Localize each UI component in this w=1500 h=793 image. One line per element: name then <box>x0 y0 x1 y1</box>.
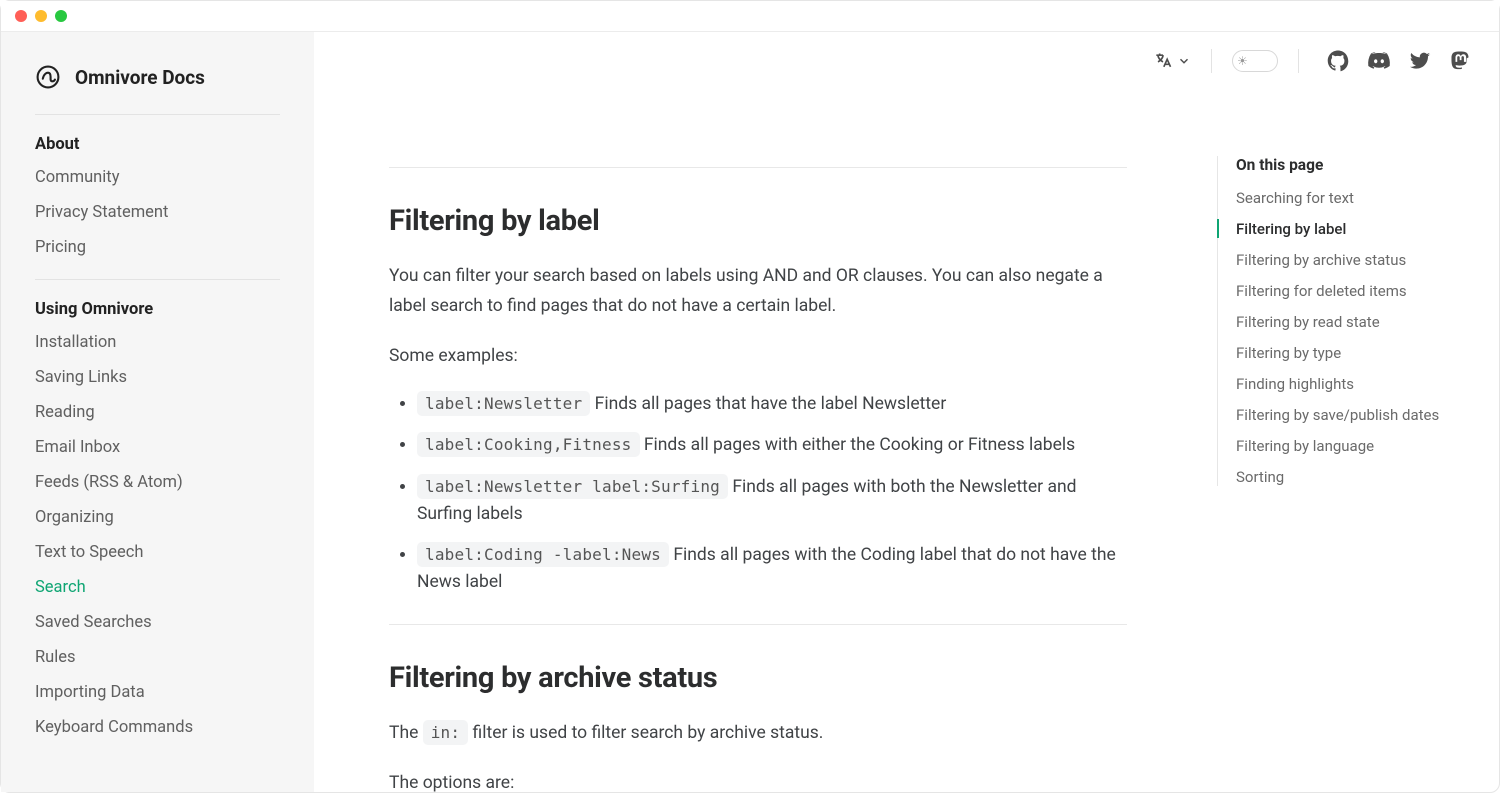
toc-list: Searching for text Filtering by label Fi… <box>1236 188 1477 486</box>
text: Finds all pages with either the Cooking … <box>640 435 1076 455</box>
divider <box>389 167 1127 168</box>
twitter-link[interactable] <box>1409 50 1431 72</box>
brand[interactable]: Omnivore Docs <box>35 60 280 106</box>
mastodon-link[interactable] <box>1449 50 1471 72</box>
code: label:Newsletter <box>417 391 590 416</box>
list-item: label:Cooking,Fitness Finds all pages wi… <box>417 432 1127 459</box>
toc-item-searching-text[interactable]: Searching for text <box>1236 189 1354 207</box>
main: Filtering by label You can filter your s… <box>314 32 1499 792</box>
window-close-button[interactable] <box>15 10 27 22</box>
examples-list: label:Newsletter Finds all pages that ha… <box>389 391 1127 596</box>
sidebar-item-saved-searches[interactable]: Saved Searches <box>35 613 280 632</box>
divider <box>389 624 1127 625</box>
toc-item-filtering-language[interactable]: Filtering by language <box>1236 437 1374 455</box>
github-icon <box>1327 50 1349 72</box>
sidebar-section-about: About <box>35 135 280 154</box>
toc-item-filtering-archive[interactable]: Filtering by archive status <box>1236 251 1406 269</box>
sidebar-item-pricing[interactable]: Pricing <box>35 238 280 257</box>
top-actions-bar: ☀ <box>1153 49 1471 73</box>
code: in: <box>423 720 469 745</box>
toc-item-filtering-read[interactable]: Filtering by read state <box>1236 313 1380 331</box>
code: label:Newsletter label:Surfing <box>417 474 728 499</box>
paragraph: You can filter your search based on labe… <box>389 262 1127 322</box>
divider <box>35 114 280 115</box>
divider <box>35 279 280 280</box>
toc-item-filtering-dates[interactable]: Filtering by save/publish dates <box>1236 406 1439 424</box>
list-item: label:Coding -label:News Finds all pages… <box>417 542 1127 596</box>
toc-title: On this page <box>1236 156 1477 174</box>
sidebar-item-reading[interactable]: Reading <box>35 403 280 422</box>
toc: On this page Searching for text Filterin… <box>1217 32 1477 792</box>
sidebar-item-installation[interactable]: Installation <box>35 333 280 352</box>
github-link[interactable] <box>1327 50 1349 72</box>
sidebar-item-importing[interactable]: Importing Data <box>35 683 280 702</box>
sidebar-item-saving-links[interactable]: Saving Links <box>35 368 280 387</box>
text: filter is used to filter search by archi… <box>468 723 823 743</box>
sidebar-item-organizing[interactable]: Organizing <box>35 508 280 527</box>
discord-link[interactable] <box>1367 49 1391 73</box>
brand-title: Omnivore Docs <box>75 66 205 89</box>
sidebar-item-keyboard[interactable]: Keyboard Commands <box>35 718 280 737</box>
discord-icon <box>1367 49 1391 73</box>
brand-logo-icon <box>35 64 61 90</box>
toc-item-sorting[interactable]: Sorting <box>1236 468 1284 486</box>
twitter-icon <box>1409 50 1431 72</box>
paragraph: The in: filter is used to filter search … <box>389 719 1127 749</box>
divider <box>1298 49 1299 73</box>
theme-toggle[interactable]: ☀ <box>1232 50 1278 72</box>
list-item: label:Newsletter label:Surfing Finds all… <box>417 474 1127 528</box>
sidebar-item-email-inbox[interactable]: Email Inbox <box>35 438 280 457</box>
social-links <box>1327 49 1471 73</box>
code: label:Cooking,Fitness <box>417 432 640 457</box>
window-minimize-button[interactable] <box>35 10 47 22</box>
heading-filtering-by-label: Filtering by label <box>389 204 1127 238</box>
toc-item-filtering-deleted[interactable]: Filtering for deleted items <box>1236 282 1407 300</box>
code: label:Coding -label:News <box>417 542 669 567</box>
translate-icon <box>1153 51 1173 71</box>
sidebar: Omnivore Docs About Community Privacy St… <box>1 32 314 792</box>
sidebar-links-about: Community Privacy Statement Pricing <box>35 168 280 257</box>
paragraph: The options are: <box>389 769 1127 792</box>
language-switcher[interactable] <box>1153 51 1191 71</box>
toc-item-finding-highlights[interactable]: Finding highlights <box>1236 375 1354 393</box>
window-maximize-button[interactable] <box>55 10 67 22</box>
toc-item-filtering-label[interactable]: Filtering by label <box>1236 220 1346 238</box>
sidebar-item-feeds[interactable]: Feeds (RSS & Atom) <box>35 473 280 492</box>
sidebar-item-search[interactable]: Search <box>35 578 280 597</box>
sidebar-links-using: Installation Saving Links Reading Email … <box>35 333 280 737</box>
content: Filtering by label You can filter your s… <box>389 32 1127 792</box>
sidebar-section-using: Using Omnivore <box>35 300 280 319</box>
mastodon-icon <box>1449 50 1471 72</box>
list-item: label:Newsletter Finds all pages that ha… <box>417 391 1127 418</box>
text: Finds all pages that have the label News… <box>590 394 946 414</box>
sidebar-item-tts[interactable]: Text to Speech <box>35 543 280 562</box>
sidebar-item-community[interactable]: Community <box>35 168 280 187</box>
paragraph: Some examples: <box>389 342 1127 372</box>
toc-item-filtering-type[interactable]: Filtering by type <box>1236 344 1341 362</box>
text: The <box>389 723 423 743</box>
window-titlebar <box>1 1 1499 32</box>
sidebar-item-privacy[interactable]: Privacy Statement <box>35 203 280 222</box>
divider <box>1211 49 1212 73</box>
chevron-down-icon <box>1177 54 1191 68</box>
heading-filtering-by-archive: Filtering by archive status <box>389 661 1127 695</box>
sidebar-item-rules[interactable]: Rules <box>35 648 280 667</box>
sun-icon: ☀ <box>1237 55 1248 67</box>
